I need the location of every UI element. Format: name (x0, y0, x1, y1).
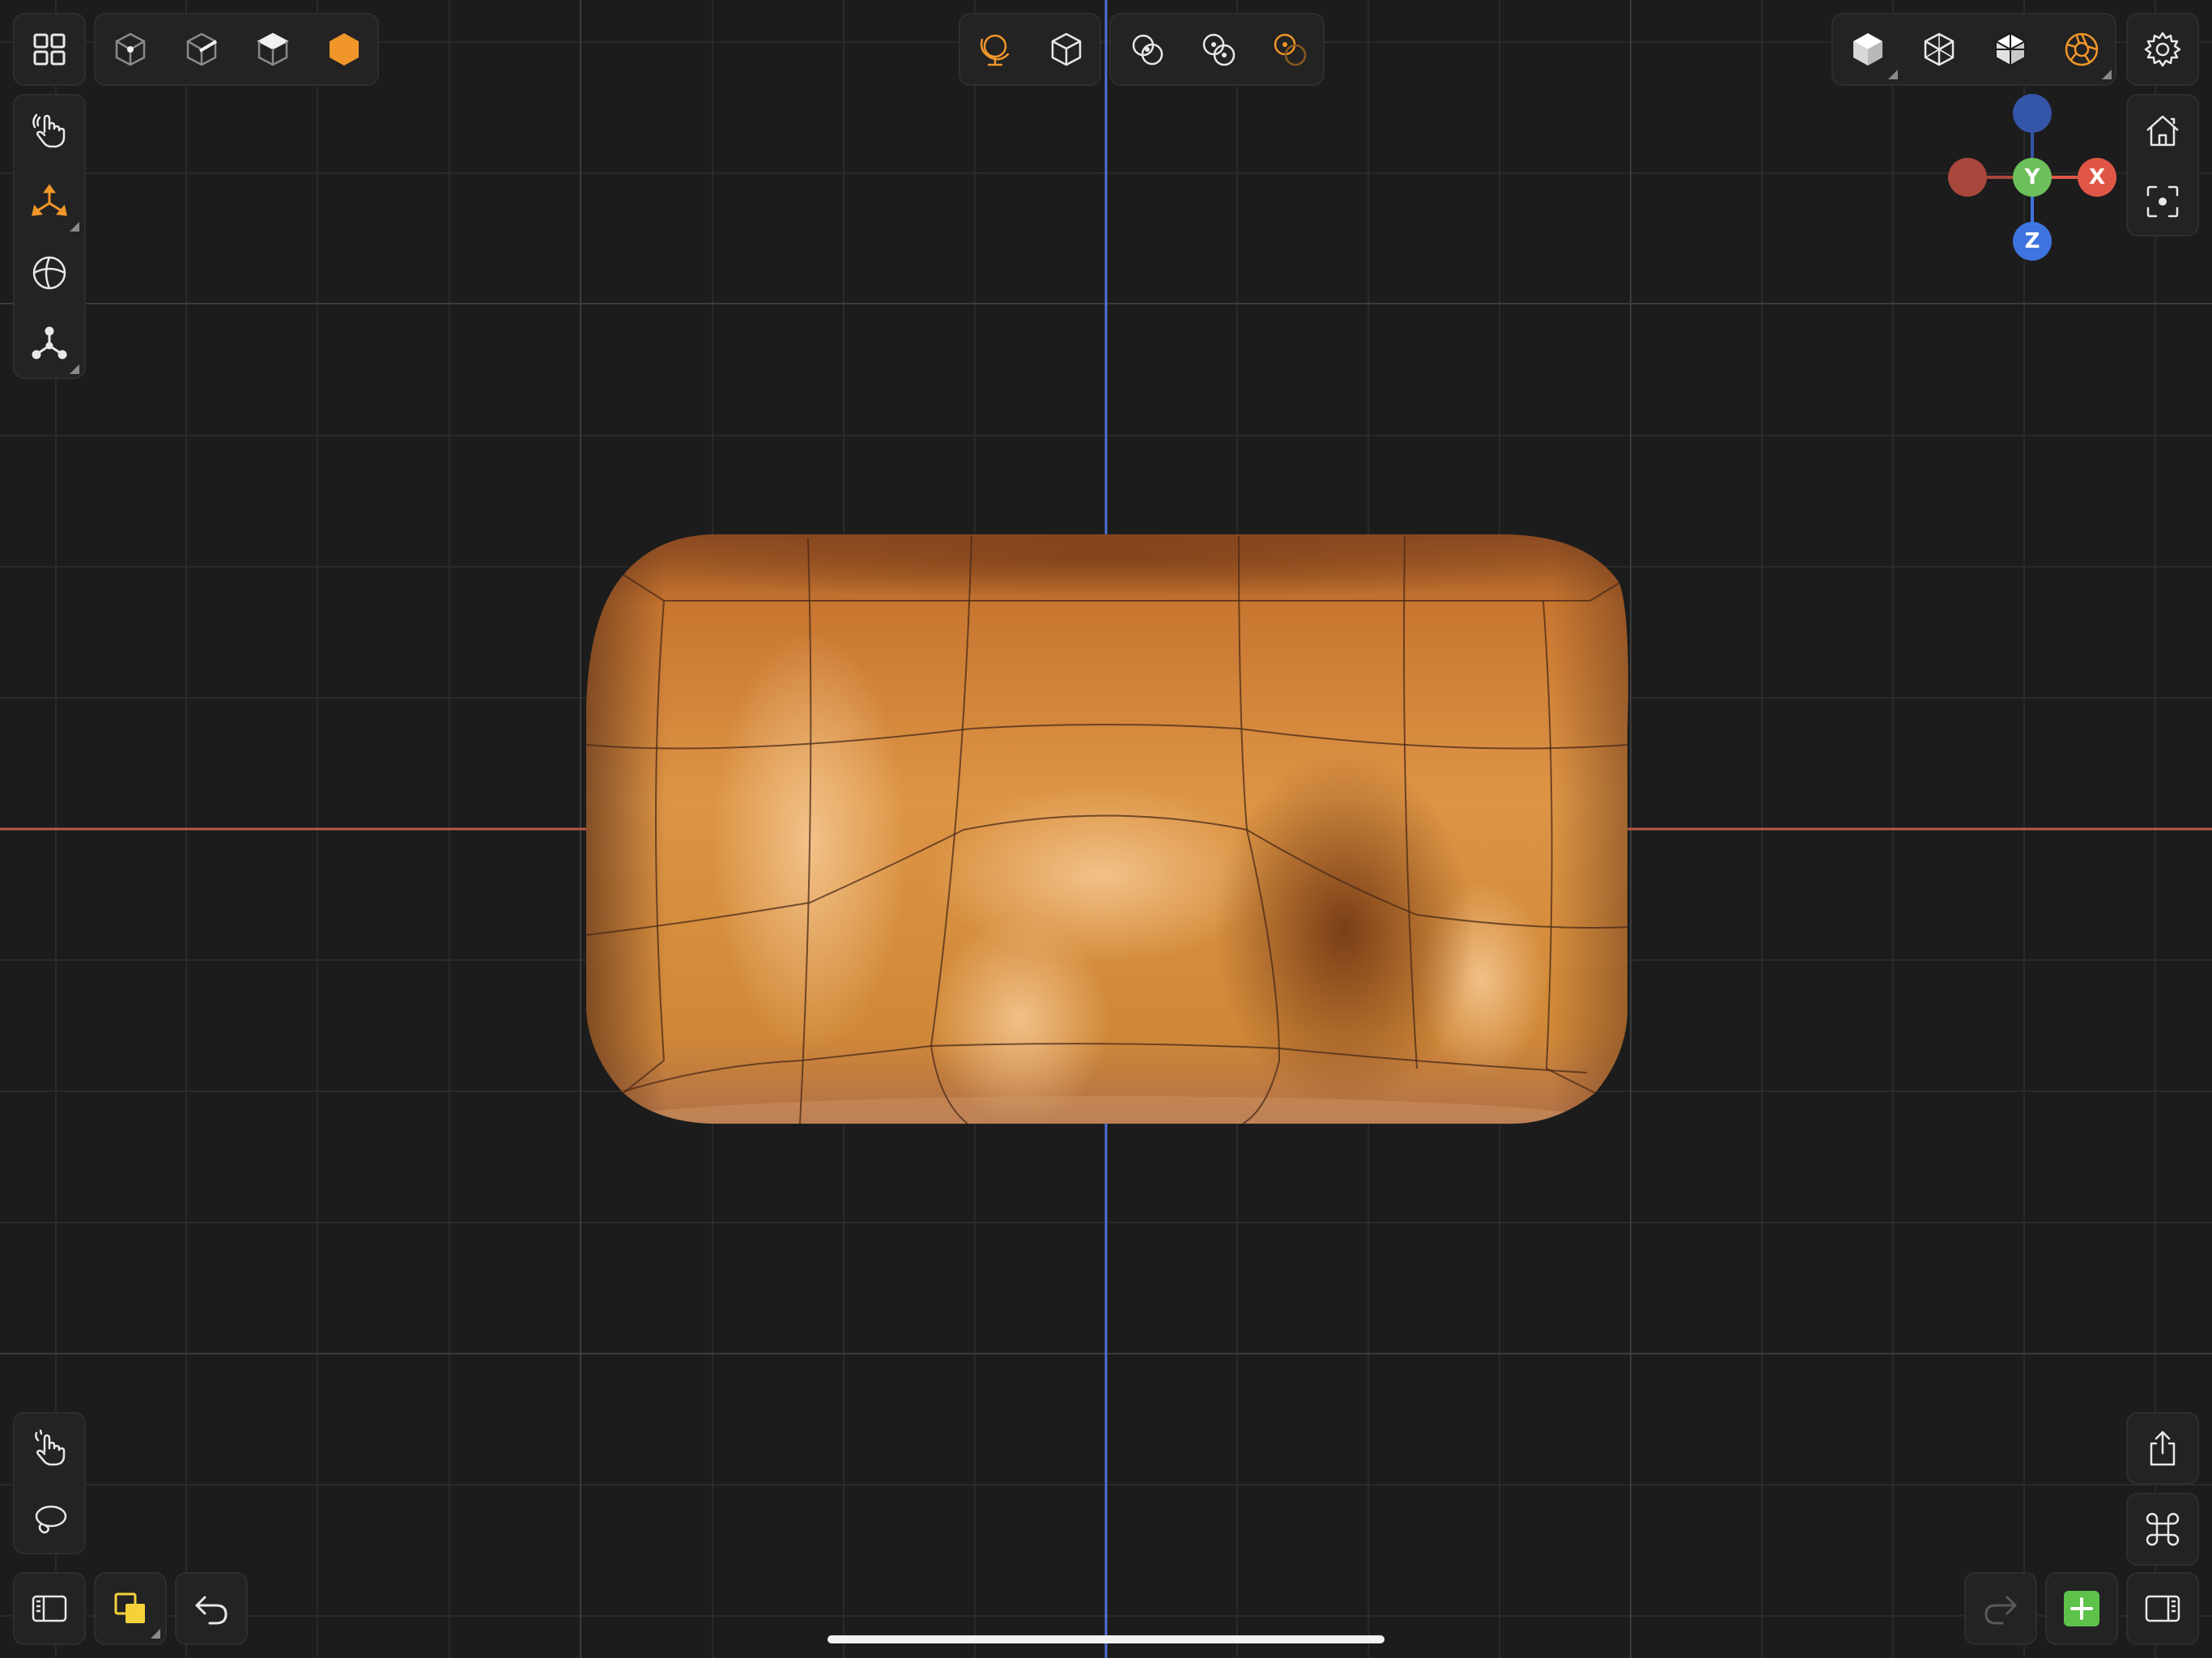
export-button[interactable] (2128, 1414, 2197, 1483)
snap-active-button[interactable] (1255, 15, 1325, 84)
select-tools-panel (13, 1412, 86, 1554)
undo-panel (175, 1572, 248, 1645)
frame-selection-icon (2146, 185, 2179, 218)
vertex-mode-button[interactable] (96, 15, 165, 84)
gizmo-x-positive[interactable]: X (2078, 158, 2116, 197)
gizmo-z-positive[interactable]: Z (2013, 222, 2052, 261)
layers-button[interactable] (96, 1574, 165, 1643)
pivot-button[interactable] (15, 309, 84, 379)
grid-menu-panel (13, 13, 86, 86)
gizmo-y-positive[interactable]: Y (2013, 158, 2052, 197)
object-mode-button[interactable] (309, 15, 379, 84)
local-cube-icon (1051, 32, 1082, 66)
view-nav-panel (2126, 94, 2199, 236)
sphere-mode-icon (32, 256, 66, 290)
edge-mode-icon (186, 32, 218, 66)
transform-gizmo-button[interactable] (15, 167, 84, 236)
left-panel-icon (32, 1595, 67, 1622)
mesh-object[interactable] (583, 518, 1636, 1154)
home-indicator[interactable] (827, 1635, 1385, 1643)
shading-panel (1831, 13, 2116, 86)
layers-icon (114, 1592, 145, 1623)
orientation-panel (959, 13, 1101, 86)
left-panel-button[interactable] (15, 1574, 84, 1643)
add-object-panel (2045, 1572, 2118, 1645)
settings-icon (2144, 32, 2181, 67)
home-view-button[interactable] (2128, 96, 2197, 165)
gizmo-z-negative[interactable] (2013, 94, 2052, 133)
snapping-panel (1109, 13, 1325, 86)
global-orbit-button[interactable] (960, 15, 1030, 84)
command-panel (2126, 1493, 2199, 1566)
lasso-select-button[interactable] (15, 1485, 84, 1554)
xray-shading-button[interactable] (1976, 15, 2045, 84)
right-panel-icon (2145, 1595, 2180, 1622)
solid-shading-icon (1853, 33, 1882, 66)
settings-panel (2126, 13, 2199, 86)
undo-button[interactable] (177, 1574, 246, 1643)
global-orbit-icon (980, 34, 1010, 66)
add-object-icon (2064, 1591, 2099, 1626)
tap-select-icon (35, 1429, 66, 1466)
undo-icon (195, 1596, 228, 1625)
touch-navigate-icon (32, 113, 66, 148)
sphere-mode-button[interactable] (15, 238, 84, 308)
export-icon (2150, 1431, 2176, 1466)
solid-shading-button[interactable] (1833, 15, 1903, 84)
snap-active-icon (1274, 33, 1307, 66)
redo-panel (1964, 1572, 2037, 1645)
wireframe-shading-button[interactable] (1904, 15, 1974, 84)
left-panel-toggle-panel (13, 1572, 86, 1645)
axis-gizmo[interactable]: X Y Z (1946, 92, 2125, 262)
viewport[interactable] (0, 0, 2212, 1658)
left-tools-panel (13, 94, 86, 379)
gizmo-x-label: X (2088, 165, 2106, 189)
snap-link-icon (1202, 33, 1236, 66)
settings-button[interactable] (2128, 15, 2197, 84)
grid-menu-button[interactable] (15, 15, 84, 84)
touch-navigate-button[interactable] (15, 96, 84, 165)
tap-select-button[interactable] (15, 1414, 84, 1483)
wireframe-shading-icon (1924, 32, 1955, 66)
redo-icon (1984, 1596, 2017, 1625)
render-shading-button[interactable] (2047, 15, 2116, 84)
add-object-button[interactable] (2047, 1574, 2116, 1643)
face-mode-icon (257, 32, 289, 66)
right-panel-toggle-panel (2126, 1572, 2199, 1645)
transform-gizmo-icon (32, 184, 67, 216)
snap-off-button[interactable] (1112, 15, 1182, 84)
grid-menu-icon (33, 33, 66, 66)
lasso-select-icon (35, 1505, 67, 1534)
edge-mode-button[interactable] (167, 15, 236, 84)
frame-selection-button[interactable] (2128, 167, 2197, 236)
vertex-mode-icon (115, 32, 146, 66)
object-mode-icon (330, 33, 359, 66)
gizmo-z-label: Z (2024, 229, 2040, 253)
layers-panel (94, 1572, 167, 1645)
pivot-icon (32, 326, 67, 359)
export-panel (2126, 1412, 2199, 1485)
selection-mode-panel (94, 13, 379, 86)
snap-link-button[interactable] (1184, 15, 1253, 84)
right-panel-button[interactable] (2128, 1574, 2197, 1643)
snap-off-icon (1132, 34, 1163, 66)
command-button[interactable] (2128, 1494, 2197, 1564)
face-mode-button[interactable] (238, 15, 308, 84)
render-shading-icon (2065, 32, 2099, 66)
home-view-icon (2146, 115, 2179, 147)
command-icon (2146, 1512, 2180, 1546)
redo-button[interactable] (1966, 1574, 2035, 1643)
gizmo-x-negative[interactable] (1948, 158, 1987, 197)
local-cube-button[interactable] (1032, 15, 1101, 84)
xray-shading-icon (1993, 32, 2027, 67)
gizmo-y-label: Y (2024, 165, 2040, 189)
